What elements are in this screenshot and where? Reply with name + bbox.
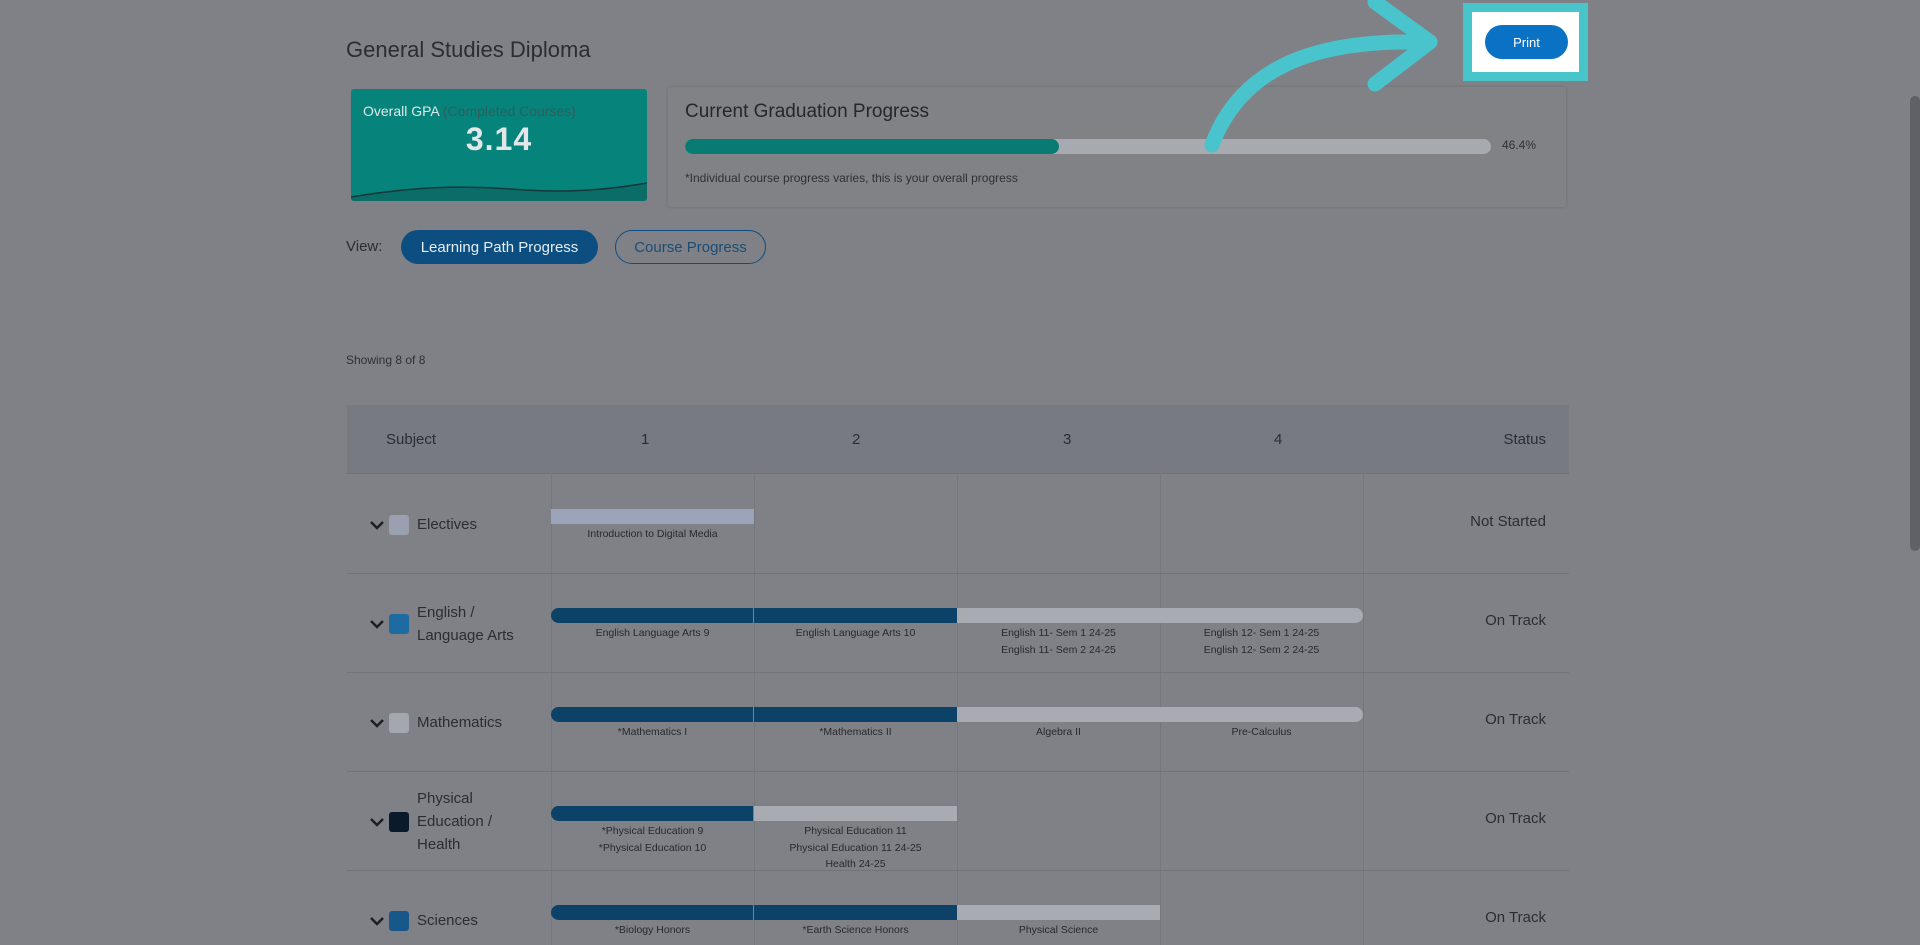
course-bar[interactable] [957,707,1363,722]
course-name-list: English 12- Sem 1 24-25 English 12- Sem … [1160,625,1363,658]
header-status: Status [1503,431,1546,448]
course-name: English 11- Sem 2 24-25 [1001,643,1116,656]
course-name: English 11- Sem 1 24-25 [1001,627,1116,639]
subject-color-swatch [389,812,409,832]
course-name: *Physical Education 9 [601,825,704,837]
course-progress-button[interactable]: Course Progress [615,230,766,264]
gpa-label: Overall GPA [363,103,439,119]
table-row-mathematics[interactable]: Mathematics *Mathematics I *Mathematics … [347,672,1569,772]
learning-path-table: Subject 1 2 3 4 Status Electives Introdu… [347,405,1569,945]
guide-arrow-icon [1204,0,1438,153]
course-name: *Earth Science Honors [802,924,909,936]
table-row-sciences[interactable]: Sciences *Biology Honors *Earth Science … [347,870,1569,945]
course-name: Physical Education 11 [804,825,907,837]
table-header: Subject 1 2 3 4 Status [347,405,1569,474]
subject-name-line: Physical [417,790,473,807]
learning-path-progress-button[interactable]: Learning Path Progress [401,230,598,264]
graduation-progress-percent: 46.4% [1502,138,1537,152]
course-bar[interactable] [957,608,1363,623]
graduation-progress-fill [685,139,1059,154]
status-text: On Track [1485,810,1546,827]
status-text: On Track [1485,612,1546,629]
gpa-card: Overall GPA (Completed Courses) 3.14 [351,89,647,201]
course-bar[interactable] [551,905,753,920]
course-name: Physical Education 11 24-25 [789,841,922,854]
header-year-2: 2 [852,431,861,448]
course-bar[interactable] [754,905,957,920]
subject-name-line: Education / [417,813,493,830]
header-year-4: 4 [1274,431,1283,448]
graduation-progress-note: *Individual course progress varies, this… [685,171,1018,185]
course-bar[interactable] [754,806,957,821]
subject-name-line: Language Arts [417,627,514,644]
subject-name: English / Language Arts [417,601,514,647]
course-bar[interactable] [551,707,753,722]
course-name: English 12- Sem 2 24-25 [1203,643,1320,656]
diploma-page: General Studies Diploma Overall GPA (Com… [0,0,1920,945]
table-row-physical-education[interactable]: Physical Education / Health *Physical Ed… [347,771,1569,871]
status-text: On Track [1485,909,1546,926]
subject-name-line: English / [417,604,475,621]
course-bar[interactable] [754,608,957,623]
subject-name-line: Health [417,836,461,853]
course-name: English Language Arts 10 [795,627,916,639]
subject-color-swatch [389,713,409,733]
course-name: Physical Science [1018,924,1099,936]
course-bar[interactable] [957,905,1160,920]
gpa-sublabel: (Completed Courses) [442,103,576,119]
chevron-down-icon[interactable] [369,916,385,926]
gpa-label-line: Overall GPA (Completed Courses) [363,103,576,119]
chevron-down-icon[interactable] [369,718,385,728]
gpa-wave-graphic [351,182,647,201]
course-bar[interactable] [551,509,754,524]
table-row-english[interactable]: English / Language Arts English Language… [347,573,1569,673]
course-name: *Biology Honors [614,924,691,936]
header-subject: Subject [386,431,437,448]
course-name: Introduction to Digital Media [587,528,718,540]
course-bar[interactable] [551,806,753,821]
print-button[interactable]: Print [1485,25,1568,59]
showing-count: Showing 8 of 8 [346,353,426,367]
view-label: View: [346,238,383,255]
course-name: Algebra II [1036,726,1081,738]
course-name: Pre-Calculus [1231,726,1292,738]
subject-name: Mathematics [417,714,503,731]
course-name: English 12- Sem 1 24-25 [1203,627,1320,639]
chevron-down-icon[interactable] [369,520,385,530]
subject-color-swatch [389,911,409,931]
course-bar[interactable] [754,707,957,722]
subject-name: Electives [417,516,478,533]
course-name-list: Physical Education 11 Physical Education… [754,823,957,873]
course-bar[interactable] [551,608,753,623]
subject-name: Physical Education / Health [417,787,492,856]
graduation-progress-title: Current Graduation Progress [685,101,929,122]
course-name: *Mathematics II [819,726,892,738]
gpa-value: 3.14 [465,121,533,157]
course-name: *Mathematics I [617,726,688,738]
subject-color-swatch [389,614,409,634]
page-title: General Studies Diploma [346,37,591,62]
chevron-down-icon[interactable] [369,817,385,827]
subject-name: Sciences [417,912,478,929]
course-name-list: English 11- Sem 1 24-25 English 11- Sem … [957,625,1160,658]
course-name-list: *Physical Education 9 *Physical Educatio… [551,823,754,856]
status-text: Not Started [1470,513,1546,530]
course-name: *Physical Education 10 [598,841,707,854]
header-year-1: 1 [641,431,650,448]
table-row-electives[interactable]: Electives Introduction to Digital Media … [347,474,1569,574]
chevron-down-icon[interactable] [369,619,385,629]
course-name: English Language Arts 9 [595,627,710,639]
header-year-3: 3 [1063,431,1072,448]
status-text: On Track [1485,711,1546,728]
subject-color-swatch [389,515,409,535]
vertical-scrollbar[interactable] [1910,96,1920,551]
